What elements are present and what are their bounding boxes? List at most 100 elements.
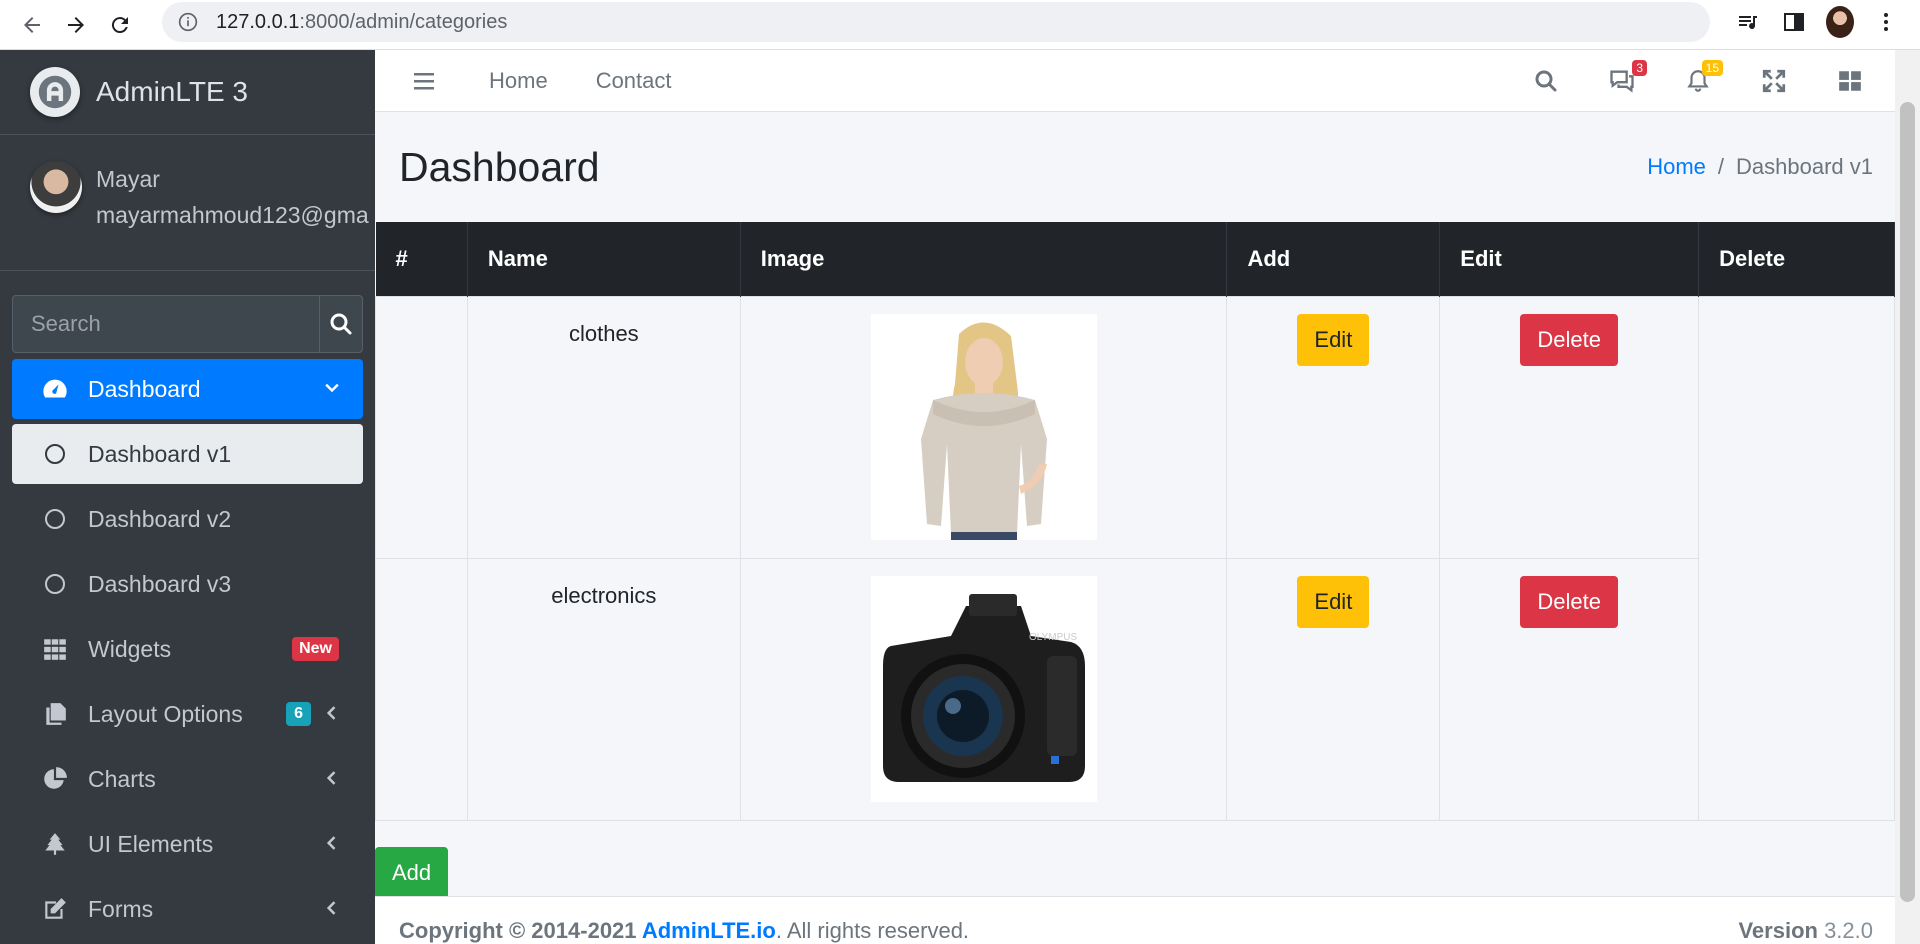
category-image-electronics: OLYMPUS	[870, 575, 1097, 802]
add-cell: Edit	[1226, 557, 1441, 821]
avatar	[30, 161, 82, 213]
sidebar-item-dashboard[interactable]: Dashboard	[12, 359, 363, 419]
footer: Copyright © 2014-2021 AdminLTE.io. All r…	[375, 896, 1895, 944]
search-icon	[330, 313, 352, 335]
circle-icon	[40, 569, 70, 599]
circle-icon	[40, 504, 70, 534]
copy-icon	[40, 699, 70, 729]
sidebar-item-ui-elements[interactable]: UI Elements	[12, 814, 363, 874]
scrollbar-thumb[interactable]	[1900, 102, 1915, 902]
sidebar-item-label: Dashboard v3	[88, 570, 232, 597]
delete-cell	[1698, 295, 1895, 821]
column-header-number: #	[375, 222, 468, 296]
chevron-left-icon	[321, 897, 343, 919]
category-name: clothes	[466, 295, 741, 559]
search-button[interactable]	[319, 296, 362, 352]
sidebar-item-dashboard-v2[interactable]: Dashboard v2	[12, 489, 363, 549]
categories-table: # Name Image Add Edit Delete clothes Edi…	[375, 222, 1895, 821]
circle-icon	[40, 439, 70, 469]
sidebar-item-label: Dashboard	[88, 375, 201, 402]
sidebar-item-label: Dashboard v1	[88, 440, 232, 467]
column-header-edit: Edit	[1439, 222, 1700, 296]
brand-text: AdminLTE 3	[96, 76, 248, 107]
top-navbar: Home Contact 3 15	[375, 50, 1895, 112]
main-sidebar: AdminLTE 3 Mayar mayarmahmoud123@gma Das…	[0, 50, 375, 944]
image-cell: OLYMPUS	[739, 557, 1228, 821]
nav-link-contact[interactable]: Contact	[596, 68, 672, 94]
sidebar-item-widgets[interactable]: Widgets New	[12, 619, 363, 679]
fullscreen-icon[interactable]	[1759, 66, 1789, 96]
sidebar-menu: Dashboard Dashboard v1 Dashboard v2 Dash…	[12, 359, 363, 939]
tree-icon	[40, 829, 70, 859]
notifications-badge: 15	[1701, 60, 1723, 76]
chevron-left-icon	[321, 702, 343, 724]
sidebar-item-label: Forms	[88, 895, 154, 922]
chevron-left-icon	[321, 832, 343, 854]
browser-toolbar: 127.0.0.1:8000/admin/categories	[0, 0, 1920, 50]
sidebar-item-forms[interactable]: Forms	[12, 879, 363, 939]
nav-link-home[interactable]: Home	[489, 68, 548, 94]
edit-cell: Delete	[1439, 295, 1700, 559]
address-bar[interactable]: 127.0.0.1:8000/admin/categories	[162, 2, 1710, 42]
url-text: 127.0.0.1:8000/admin/categories	[216, 10, 508, 33]
back-icon[interactable]	[12, 5, 52, 45]
breadcrumb-home-link[interactable]: Home	[1647, 154, 1706, 179]
hamburger-icon[interactable]	[409, 66, 439, 96]
sidebar-item-label: Layout Options	[88, 700, 243, 727]
user-email[interactable]: mayarmahmoud123@gma	[96, 197, 369, 233]
user-panel: Mayar mayarmahmoud123@gma	[0, 135, 375, 271]
sidebar-search-input[interactable]	[13, 296, 319, 352]
site-info-icon[interactable]	[176, 10, 200, 34]
table-row: electronics OLYMPUS Edit Delete	[375, 557, 1895, 821]
breadcrumb-separator: /	[1717, 154, 1725, 179]
pie-chart-icon	[40, 764, 70, 794]
breadcrumb-current: Dashboard v1	[1736, 154, 1873, 179]
messages-badge: 3	[1632, 60, 1647, 76]
control-sidebar-icon[interactable]	[1835, 66, 1865, 96]
reload-icon[interactable]	[100, 5, 140, 45]
sidebar-item-label: UI Elements	[88, 830, 214, 857]
messages-icon[interactable]: 3	[1607, 60, 1647, 96]
profile-avatar[interactable]	[1826, 6, 1854, 38]
new-badge: New	[292, 637, 339, 661]
add-cell: Edit	[1226, 295, 1441, 559]
forward-icon[interactable]	[56, 5, 96, 45]
brand-link[interactable]: AdminLTE 3	[0, 50, 375, 135]
bell-icon[interactable]: 15	[1683, 60, 1723, 96]
page-title: Dashboard	[399, 143, 600, 190]
page-scrollbar[interactable]	[1895, 50, 1920, 944]
edit-button[interactable]: Edit	[1297, 575, 1370, 628]
user-name[interactable]: Mayar	[96, 161, 369, 197]
sidebar-item-dashboard-v1[interactable]: Dashboard v1	[12, 424, 363, 484]
row-number-cell	[375, 557, 468, 821]
menu-dots-icon[interactable]	[1872, 8, 1900, 36]
version-text: Version 3.2.0	[1738, 918, 1873, 943]
edit-button[interactable]: Edit	[1297, 313, 1370, 366]
search-icon[interactable]	[1531, 66, 1561, 96]
table-row: clothes Edit Delete	[375, 295, 1895, 821]
sidebar-item-layout-options[interactable]: Layout Options 6	[12, 684, 363, 744]
column-header-name: Name	[467, 222, 741, 296]
content-header: Dashboard Home / Dashboard v1	[375, 112, 1895, 222]
category-name: electronics	[466, 557, 741, 821]
column-header-image: Image	[740, 222, 1228, 296]
adminlte-logo-icon	[30, 67, 80, 117]
chevron-left-icon	[321, 767, 343, 789]
media-icon[interactable]	[1734, 8, 1762, 36]
add-button[interactable]: Add	[375, 846, 449, 899]
row-number-cell	[375, 295, 468, 559]
delete-button[interactable]: Delete	[1520, 575, 1618, 628]
delete-button[interactable]: Delete	[1520, 313, 1618, 366]
image-cell	[739, 295, 1228, 559]
sidebar-item-label: Widgets	[88, 635, 172, 662]
table-header-row: # Name Image Add Edit Delete	[375, 222, 1895, 296]
sidebar-search	[12, 295, 363, 353]
breadcrumb: Home / Dashboard v1	[1647, 154, 1873, 180]
edit-cell: Delete	[1439, 557, 1700, 821]
edit-icon	[40, 894, 70, 924]
sidebar-item-dashboard-v3[interactable]: Dashboard v3	[12, 554, 363, 614]
side-panel-icon[interactable]	[1780, 8, 1808, 36]
sidebar-item-charts[interactable]: Charts	[12, 749, 363, 809]
copyright-text: Copyright © 2014-2021 AdminLTE.io. All r…	[399, 918, 970, 943]
adminlte-link[interactable]: AdminLTE.io	[642, 918, 776, 943]
